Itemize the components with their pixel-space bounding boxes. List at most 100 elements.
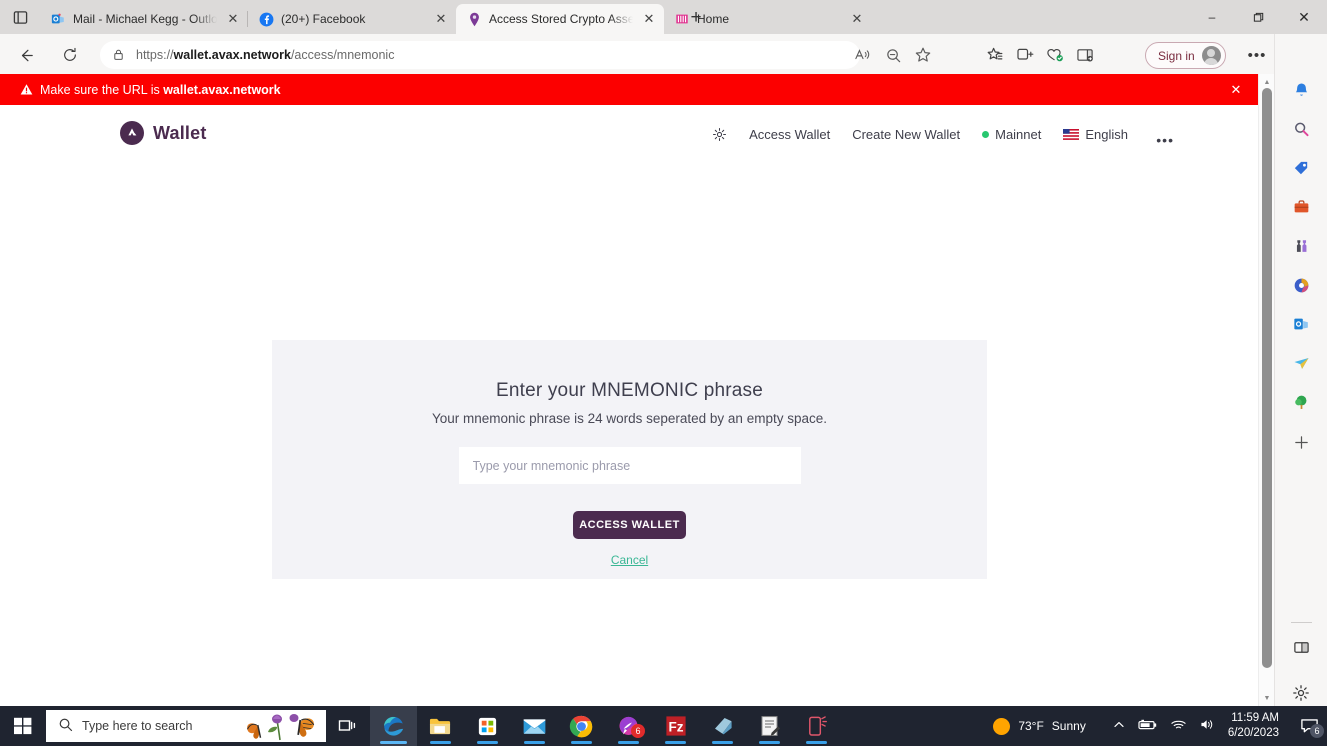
maximize-button[interactable] (1235, 0, 1281, 34)
sun-icon (993, 717, 1011, 735)
page-scrollbar[interactable]: ▲ ▼ (1258, 74, 1274, 706)
search-icon (58, 717, 73, 735)
scrollbar-thumb[interactable] (1262, 88, 1272, 668)
url-warning-banner: Make sure the URL is wallet.avax.network… (0, 74, 1258, 105)
brand-logo[interactable]: Wallet (120, 121, 207, 145)
taskbar-app-google-chrome[interactable] (558, 706, 605, 746)
battery-icon[interactable] (1138, 719, 1158, 734)
nav-access-wallet[interactable]: Access Wallet (749, 127, 830, 142)
browser-tab[interactable]: (20+) Facebook ✕ (247, 4, 456, 34)
tab-title: (20+) Facebook (281, 12, 366, 26)
zoom-out-icon[interactable] (878, 41, 908, 69)
outlook-icon (50, 11, 66, 27)
wifi-icon[interactable] (1171, 719, 1186, 734)
notifications-bell-icon[interactable] (1286, 75, 1316, 105)
sidebar-pane-icon[interactable] (1286, 632, 1316, 662)
svg-text:Fz: Fz (668, 719, 683, 734)
reload-icon[interactable] (56, 41, 84, 69)
tab-close-icon[interactable]: ✕ (224, 10, 242, 28)
cancel-link[interactable]: Cancel (611, 553, 648, 567)
back-arrow-icon[interactable] (12, 41, 40, 69)
sign-in-button[interactable]: Sign in (1145, 42, 1226, 69)
bing-tree-icon[interactable] (1286, 387, 1316, 417)
access-wallet-button[interactable]: ACCESS WALLET (573, 511, 686, 539)
microsoft-365-icon[interactable] (1286, 270, 1316, 300)
taskbar-apps: 6 Fz (370, 706, 840, 746)
omnibox-actions (848, 41, 938, 69)
address-bar[interactable]: https://wallet.avax.network/access/mnemo… (100, 41, 860, 69)
banner-domain: wallet.avax.network (163, 82, 281, 97)
page-title: Enter your MNEMONIC phrase (495, 380, 764, 401)
task-view-icon[interactable] (326, 706, 370, 746)
clock-time: 11:59 AM (1231, 712, 1279, 724)
taskbar-app-mail[interactable] (511, 706, 558, 746)
browser-essentials-icon[interactable] (1040, 41, 1070, 69)
close-window-button[interactable]: ✕ (1281, 0, 1327, 34)
banner-close-icon[interactable]: ✕ (1228, 82, 1244, 98)
taskbar-app-messaging-app[interactable]: 6 (605, 706, 652, 746)
add-icon[interactable] (1286, 427, 1316, 457)
search-icon[interactable] (1286, 114, 1316, 144)
tab-close-icon[interactable]: ✕ (432, 10, 450, 28)
nav-language-selector[interactable]: English (1063, 127, 1128, 142)
tab-title: Access Stored Crypto Assets | Av (489, 12, 633, 26)
browser-tab-active[interactable]: Access Stored Crypto Assets | Av ✕ (456, 4, 664, 34)
tab-title: Mail - Michael Kegg - Outlook (73, 12, 217, 26)
windows-start-icon[interactable] (0, 706, 46, 746)
card-subtitle: Your mnemonic phrase is 24 words seperat… (432, 411, 827, 426)
tools-briefcase-icon[interactable] (1286, 192, 1316, 222)
taskbar-app-microsoft-edge[interactable] (370, 706, 417, 746)
volume-icon[interactable] (1199, 718, 1215, 734)
clock[interactable]: 11:59 AM 6/20/2023 (1228, 711, 1291, 741)
search-placeholder: Type here to search (82, 719, 193, 733)
taskbar-app-file-explorer[interactable] (417, 706, 464, 746)
taskbar-app-phone-link[interactable] (793, 706, 840, 746)
send-plane-icon[interactable] (1286, 348, 1316, 378)
scroll-down-icon[interactable]: ▼ (1259, 690, 1275, 706)
taskbar-app-filezilla[interactable]: Fz (652, 706, 699, 746)
tab-tiles-icon[interactable] (8, 6, 32, 28)
browser-tab[interactable]: Mail - Michael Kegg - Outlook ✕ (40, 4, 248, 34)
nav-network-selector[interactable]: Mainnet (982, 127, 1041, 142)
mnemonic-card: Enter your MNEMONIC phrase Your mnemonic… (272, 340, 987, 579)
app-badge-count: 6 (631, 724, 645, 738)
mnemonic-input[interactable] (458, 447, 801, 484)
windows-taskbar: Type here to search 6 Fz 73°F Sunny 11:5… (0, 706, 1327, 746)
page-viewport: Make sure the URL is wallet.avax.network… (0, 74, 1274, 706)
favorite-star-icon[interactable] (908, 41, 938, 69)
shopping-tag-icon[interactable] (1286, 153, 1316, 183)
url-domain: wallet.avax.network (173, 48, 291, 62)
brand-label: Wallet (153, 122, 207, 143)
tab-close-icon[interactable]: ✕ (640, 10, 658, 28)
url-scheme: https:// (136, 48, 174, 62)
search-input[interactable]: Type here to search (46, 710, 326, 742)
system-tray: 73°F Sunny 11:59 AM 6/20/2023 6 (979, 706, 1327, 746)
collections-icon[interactable] (980, 41, 1010, 69)
nav-create-new-wallet[interactable]: Create New Wallet (852, 127, 960, 142)
taskbar-app-notes-app[interactable] (746, 706, 793, 746)
outlook-icon[interactable] (1286, 309, 1316, 339)
light-mode-icon[interactable] (712, 127, 727, 142)
new-tab-button[interactable]: + (683, 5, 709, 31)
site-nav: Access Wallet Create New Wallet Mainnet … (712, 127, 1128, 142)
browser-settings-menu[interactable]: ••• (1243, 41, 1271, 69)
minimize-button[interactable]: ‒ (1189, 0, 1235, 34)
games-icon[interactable] (1286, 231, 1316, 261)
weather-widget[interactable]: 73°F Sunny (979, 717, 1100, 735)
weather-temperature: 73°F (1018, 719, 1044, 733)
taskbar-app-microsoft-store[interactable] (464, 706, 511, 746)
chevron-up-icon[interactable] (1113, 719, 1125, 734)
tab-close-icon[interactable]: ✕ (848, 10, 866, 28)
notification-center-icon[interactable]: 6 (1291, 706, 1327, 746)
sign-in-label: Sign in (1158, 48, 1195, 63)
sidebar-toggle-icon[interactable] (1070, 41, 1100, 69)
banner-text: Make sure the URL is wallet.avax.network (40, 82, 281, 97)
settings-gear-icon[interactable] (1286, 678, 1316, 708)
url-text: https://wallet.avax.network/access/mnemo… (136, 48, 394, 62)
url-path: /access/mnemonic (290, 48, 395, 62)
site-more-menu[interactable]: ••• (1156, 132, 1174, 148)
read-aloud-icon[interactable] (848, 41, 878, 69)
split-screen-icon[interactable] (1010, 41, 1040, 69)
taskbar-app-blue-document-app[interactable] (699, 706, 746, 746)
pin-icon (466, 11, 482, 27)
